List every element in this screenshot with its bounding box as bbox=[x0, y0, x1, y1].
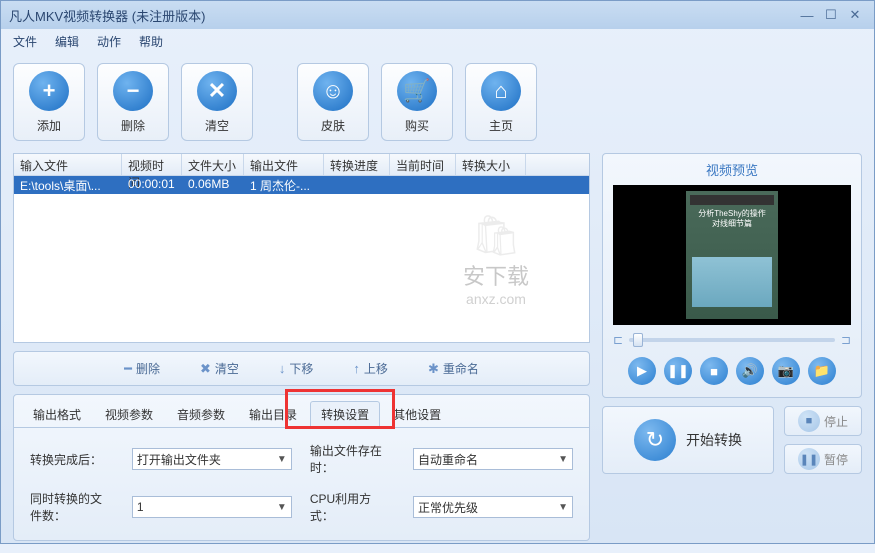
cpu-label: CPU利用方式： bbox=[310, 490, 395, 524]
stop-convert-button[interactable]: ■ 停止 bbox=[784, 406, 862, 436]
col-progress[interactable]: 转换进度 bbox=[324, 154, 390, 175]
settings-tabs: 输出格式 视频参数 音频参数 输出目录 转换设置 其他设置 bbox=[14, 395, 589, 428]
menu-edit[interactable]: 编辑 bbox=[49, 31, 85, 52]
folder-icon: 📁 bbox=[814, 363, 830, 379]
seek-slider-row: ⊏ ⊐ bbox=[603, 325, 861, 351]
list-rename[interactable]: ✱重命名 bbox=[428, 360, 479, 377]
smile-icon: ☺ bbox=[313, 71, 353, 111]
minus-icon: − bbox=[113, 71, 153, 111]
col-time[interactable]: 视频时间 bbox=[122, 154, 182, 175]
toolbar: + 添加 − 删除 ✕ 清空 ☺ 皮肤 🛒 购买 ⌂ 主页 bbox=[1, 53, 874, 153]
list-up[interactable]: ↑上移 bbox=[353, 360, 388, 377]
media-controls: ▶ ❚❚ ■ 🔊 📷 📁 bbox=[603, 351, 861, 397]
bag-icon: 🛍 bbox=[463, 212, 529, 259]
maximize-button[interactable]: ☐ bbox=[820, 7, 842, 23]
stop-icon: ■ bbox=[710, 364, 718, 379]
list-clear[interactable]: ✖清空 bbox=[200, 360, 239, 377]
clear-button[interactable]: ✕ 清空 bbox=[181, 63, 253, 141]
rename-icon: ✱ bbox=[428, 361, 439, 377]
preview-title: 视频预览 bbox=[603, 154, 861, 185]
tab-output-dir[interactable]: 输出目录 bbox=[238, 401, 308, 428]
slider-thumb[interactable] bbox=[633, 333, 643, 347]
mark-end-icon[interactable]: ⊐ bbox=[841, 333, 851, 347]
list-toolbar: ━删除 ✖清空 ↓下移 ↑上移 ✱重命名 bbox=[13, 351, 590, 386]
pause-button[interactable]: ❚❚ bbox=[664, 357, 692, 385]
minimize-button[interactable]: — bbox=[796, 7, 818, 23]
file-table[interactable]: 输入文件 视频时间 文件大小 输出文件 转换进度 当前时间 转换大小 E:\to… bbox=[13, 153, 590, 343]
chevron-down-icon: ▼ bbox=[558, 502, 568, 513]
close-button[interactable]: ✕ bbox=[844, 7, 866, 23]
concurrent-combo[interactable]: 1▼ bbox=[132, 496, 292, 518]
menu-action[interactable]: 动作 bbox=[91, 31, 127, 52]
preview-panel: 视频预览 分析TheShy的操作对线细节篇 ⊏ ⊐ ▶ ❚❚ ■ 🔊 📷 📁 bbox=[602, 153, 862, 398]
x-icon: ✕ bbox=[197, 71, 237, 111]
col-outsize[interactable]: 转换大小 bbox=[456, 154, 526, 175]
chevron-down-icon: ▼ bbox=[277, 502, 287, 513]
skin-button[interactable]: ☺ 皮肤 bbox=[297, 63, 369, 141]
start-convert-button[interactable]: ↻ 开始转换 bbox=[602, 406, 774, 474]
col-output[interactable]: 输出文件 bbox=[244, 154, 324, 175]
titlebar: 凡人MKV视频转换器 (未注册版本) — ☐ ✕ bbox=[1, 1, 874, 29]
after-convert-label: 转换完成后： bbox=[30, 451, 114, 468]
delete-button[interactable]: − 删除 bbox=[97, 63, 169, 141]
window-title: 凡人MKV视频转换器 (未注册版本) bbox=[9, 6, 794, 25]
chevron-down-icon: ▼ bbox=[558, 454, 568, 465]
minus-icon: ━ bbox=[124, 361, 132, 377]
concurrent-label: 同时转换的文件数： bbox=[30, 490, 114, 524]
stop-button[interactable]: ■ bbox=[700, 357, 728, 385]
settings-panel: 输出格式 视频参数 音频参数 输出目录 转换设置 其他设置 转换完成后： 打开输… bbox=[13, 394, 590, 541]
chevron-down-icon: ▼ bbox=[277, 454, 287, 465]
cart-icon: 🛒 bbox=[397, 71, 437, 111]
cpu-combo[interactable]: 正常优先级▼ bbox=[413, 496, 573, 518]
arrow-up-icon: ↑ bbox=[353, 361, 360, 376]
pause-icon: ❚❚ bbox=[798, 448, 820, 470]
menu-file[interactable]: 文件 bbox=[7, 31, 43, 52]
col-input[interactable]: 输入文件 bbox=[14, 154, 122, 175]
preview-frame: 分析TheShy的操作对线细节篇 bbox=[686, 191, 778, 319]
table-row[interactable]: E:\tools\桌面\... 00:00:01 0.06MB 1 周杰伦-..… bbox=[14, 176, 589, 194]
home-button[interactable]: ⌂ 主页 bbox=[465, 63, 537, 141]
snapshot-button[interactable]: 📷 bbox=[772, 357, 800, 385]
menubar: 文件 编辑 动作 帮助 bbox=[1, 29, 874, 53]
list-down[interactable]: ↓下移 bbox=[279, 360, 314, 377]
camera-icon: 📷 bbox=[778, 363, 794, 379]
home-icon: ⌂ bbox=[481, 71, 521, 111]
mark-start-icon[interactable]: ⊏ bbox=[613, 333, 623, 347]
watermark: 🛍 安下载 anxz.com bbox=[463, 212, 529, 307]
open-button[interactable]: 📁 bbox=[808, 357, 836, 385]
col-size[interactable]: 文件大小 bbox=[182, 154, 244, 175]
col-current[interactable]: 当前时间 bbox=[390, 154, 456, 175]
refresh-icon: ↻ bbox=[634, 419, 676, 461]
x-icon: ✖ bbox=[200, 361, 211, 377]
menu-help[interactable]: 帮助 bbox=[133, 31, 169, 52]
file-exist-combo[interactable]: 自动重命名▼ bbox=[413, 448, 573, 470]
tab-output-format[interactable]: 输出格式 bbox=[22, 401, 92, 428]
file-exist-label: 输出文件存在时： bbox=[310, 442, 395, 476]
arrow-down-icon: ↓ bbox=[279, 361, 286, 376]
tab-audio-params[interactable]: 音频参数 bbox=[166, 401, 236, 428]
play-icon: ▶ bbox=[637, 363, 647, 379]
buy-button[interactable]: 🛒 购买 bbox=[381, 63, 453, 141]
plus-icon: + bbox=[29, 71, 69, 111]
tab-convert-settings[interactable]: 转换设置 bbox=[310, 401, 380, 428]
stop-icon: ■ bbox=[798, 410, 820, 432]
play-button[interactable]: ▶ bbox=[628, 357, 656, 385]
tab-video-params[interactable]: 视频参数 bbox=[94, 401, 164, 428]
after-convert-combo[interactable]: 打开输出文件夹▼ bbox=[132, 448, 292, 470]
pause-convert-button[interactable]: ❚❚ 暂停 bbox=[784, 444, 862, 474]
list-delete[interactable]: ━删除 bbox=[124, 360, 160, 377]
add-button[interactable]: + 添加 bbox=[13, 63, 85, 141]
preview-video[interactable]: 分析TheShy的操作对线细节篇 bbox=[613, 185, 851, 325]
table-header: 输入文件 视频时间 文件大小 输出文件 转换进度 当前时间 转换大小 bbox=[14, 154, 589, 176]
seek-slider[interactable] bbox=[629, 338, 835, 342]
pause-icon: ❚❚ bbox=[667, 363, 689, 379]
tab-other-settings[interactable]: 其他设置 bbox=[382, 401, 452, 428]
speaker-icon: 🔊 bbox=[742, 363, 758, 379]
volume-button[interactable]: 🔊 bbox=[736, 357, 764, 385]
